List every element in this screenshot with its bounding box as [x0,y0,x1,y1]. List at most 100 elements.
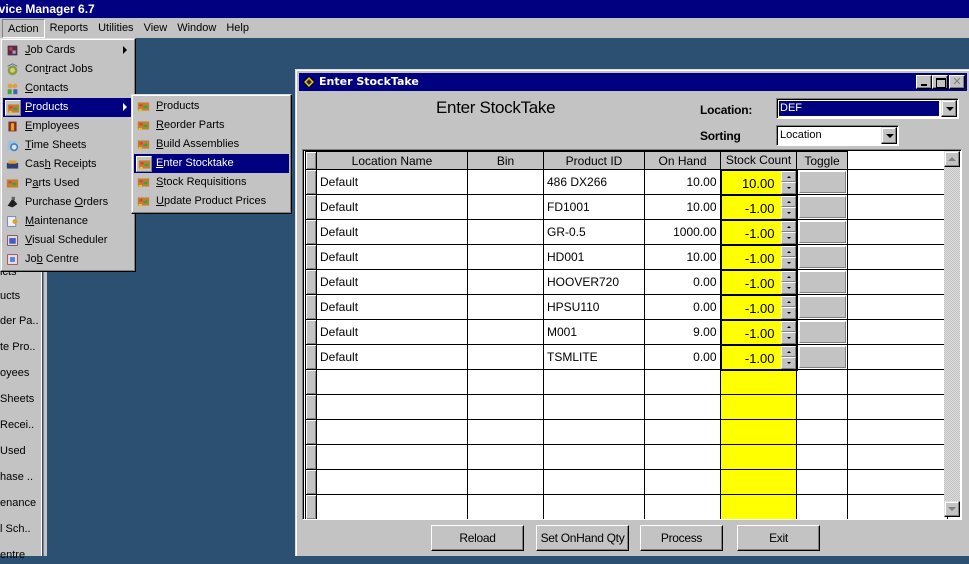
location-dropdown[interactable]: DEF [776,98,959,119]
cell-bin[interactable] [467,469,544,495]
column-header-product-id[interactable]: Product ID [543,151,645,170]
cell-bin[interactable] [467,194,544,220]
menu-view[interactable]: View [139,19,173,38]
cell-product-id[interactable] [543,369,645,395]
stock-count-value[interactable]: -1.00 [745,251,775,266]
close-button[interactable]: ✕ [949,75,965,89]
menu-window[interactable]: Window [172,19,221,38]
cell-bin[interactable] [467,369,544,395]
sidebar-item[interactable]: der Pa.. [0,312,42,330]
cell-on-hand[interactable]: 9.00 [644,319,721,345]
cell-stock-count[interactable]: -1.00 [719,243,798,271]
cell-product-id[interactable]: HD001 [543,244,645,270]
row-selector[interactable] [305,294,317,320]
cell-bin[interactable] [467,244,544,270]
cell-product-id[interactable]: 486 DX266 [543,169,645,195]
column-header-bin[interactable]: Bin [467,151,544,170]
stock-count-value[interactable]: -1.00 [745,301,775,316]
menu-item-job-centre[interactable]: Job Centre [3,250,133,269]
spin-down-icon[interactable] [780,332,795,343]
cell-stock-count[interactable] [720,494,797,519]
cell-stock-count[interactable]: -1.00 [719,293,798,321]
cell-bin[interactable] [467,169,544,195]
cell-toggle[interactable] [796,469,848,495]
menu-action[interactable]: Action [2,18,45,38]
cell-product-id[interactable]: HOOVER720 [543,269,645,295]
reload-button[interactable]: Reload [431,525,524,551]
cell-product-id[interactable]: GR-0.5 [543,219,645,245]
menu-item-contacts[interactable]: Contacts [3,79,133,98]
stock-count-value[interactable]: -1.00 [745,276,775,291]
spin-up-icon[interactable] [780,346,795,357]
stock-count-spinner[interactable] [780,296,795,318]
cell-on-hand[interactable] [644,394,721,420]
spin-up-icon[interactable] [780,246,795,257]
cell-toggle[interactable] [796,394,848,420]
sorting-dropdown[interactable]: Location [776,125,899,146]
stock-count-value[interactable]: 10.00 [742,176,775,191]
cell-product-id[interactable] [543,444,645,470]
spin-up-icon[interactable] [780,321,795,332]
column-header-stock-count[interactable]: Stock Count [720,151,797,170]
table-row-empty[interactable] [305,469,948,495]
cell-on-hand[interactable] [644,419,721,445]
cell-bin[interactable] [467,419,544,445]
stock-count-spinner[interactable] [780,171,795,193]
toggle-button[interactable] [798,246,846,268]
sidebar-item[interactable]: hase .. [0,468,42,486]
row-selector[interactable] [305,319,317,345]
stock-count-spinner[interactable] [780,196,795,218]
menu-item-visual-scheduler[interactable]: Visual Scheduler [3,231,133,250]
menu-reports[interactable]: Reports [45,19,94,38]
spin-down-icon[interactable] [780,307,795,318]
cell-bin[interactable] [467,219,544,245]
sidebar-item[interactable]: enance [0,494,42,512]
cell-on-hand[interactable]: 10.00 [644,244,721,270]
row-selector[interactable] [305,194,317,220]
cell-stock-count[interactable] [720,419,797,445]
column-header-on-hand[interactable]: On Hand [644,151,721,170]
submenu-item-update-product-prices[interactable]: Update Product Prices [134,192,289,211]
cell-toggle[interactable] [796,444,848,470]
submenu-item-enter-stocktake[interactable]: Enter Stocktake [134,154,289,173]
menu-item-employees[interactable]: Employees [3,117,133,136]
cell-stock-count[interactable] [720,469,797,495]
cell-location-name[interactable]: Default [316,344,468,370]
spin-down-icon[interactable] [780,207,795,218]
window-title-bar[interactable]: Enter StockTake ✕ [299,73,967,91]
table-row[interactable]: Default HOOVER720 0.00 -1.00 [305,268,948,296]
cell-toggle[interactable] [796,219,848,245]
cell-on-hand[interactable] [644,444,721,470]
spin-down-icon[interactable] [780,282,795,293]
exit-button[interactable]: Exit [737,525,820,551]
menu-item-parts-used[interactable]: Parts Used [3,174,133,193]
table-row-empty[interactable] [305,419,948,445]
cell-product-id[interactable]: TSMLITE [543,344,645,370]
cell-toggle[interactable] [796,194,848,220]
stock-count-spinner[interactable] [780,346,795,368]
cell-on-hand[interactable]: 0.00 [644,269,721,295]
toggle-button[interactable] [798,271,846,293]
row-selector[interactable] [305,169,317,195]
stock-count-value[interactable]: -1.00 [745,226,775,241]
row-selector[interactable] [305,494,317,519]
table-row[interactable]: Default M001 9.00 -1.00 [305,318,948,346]
submenu-item-stock-requisitions[interactable]: Stock Requisitions [134,173,289,192]
row-selector[interactable] [305,244,317,270]
cell-location-name[interactable]: Default [316,244,468,270]
table-row[interactable]: Default HPSU110 0.00 -1.00 [305,293,948,321]
cell-bin[interactable] [467,494,544,519]
cell-location-name[interactable]: Default [316,169,468,195]
sidebar-item[interactable]: l Sch.. [0,520,42,538]
table-row[interactable]: Default 486 DX266 10.00 10.00 [305,168,948,196]
cell-toggle[interactable] [796,269,848,295]
menu-item-cash-receipts[interactable]: Cash Receipts [3,155,133,174]
cell-stock-count[interactable]: -1.00 [719,193,798,221]
table-row-empty[interactable] [305,369,948,395]
sidebar-item[interactable]: oyees [0,364,42,382]
table-row[interactable]: Default TSMLITE 0.00 -1.00 [305,343,948,371]
menu-utilities[interactable]: Utilities [93,19,138,38]
stock-count-spinner[interactable] [780,321,795,343]
cell-stock-count[interactable]: -1.00 [719,318,798,346]
cell-on-hand[interactable]: 0.00 [644,294,721,320]
